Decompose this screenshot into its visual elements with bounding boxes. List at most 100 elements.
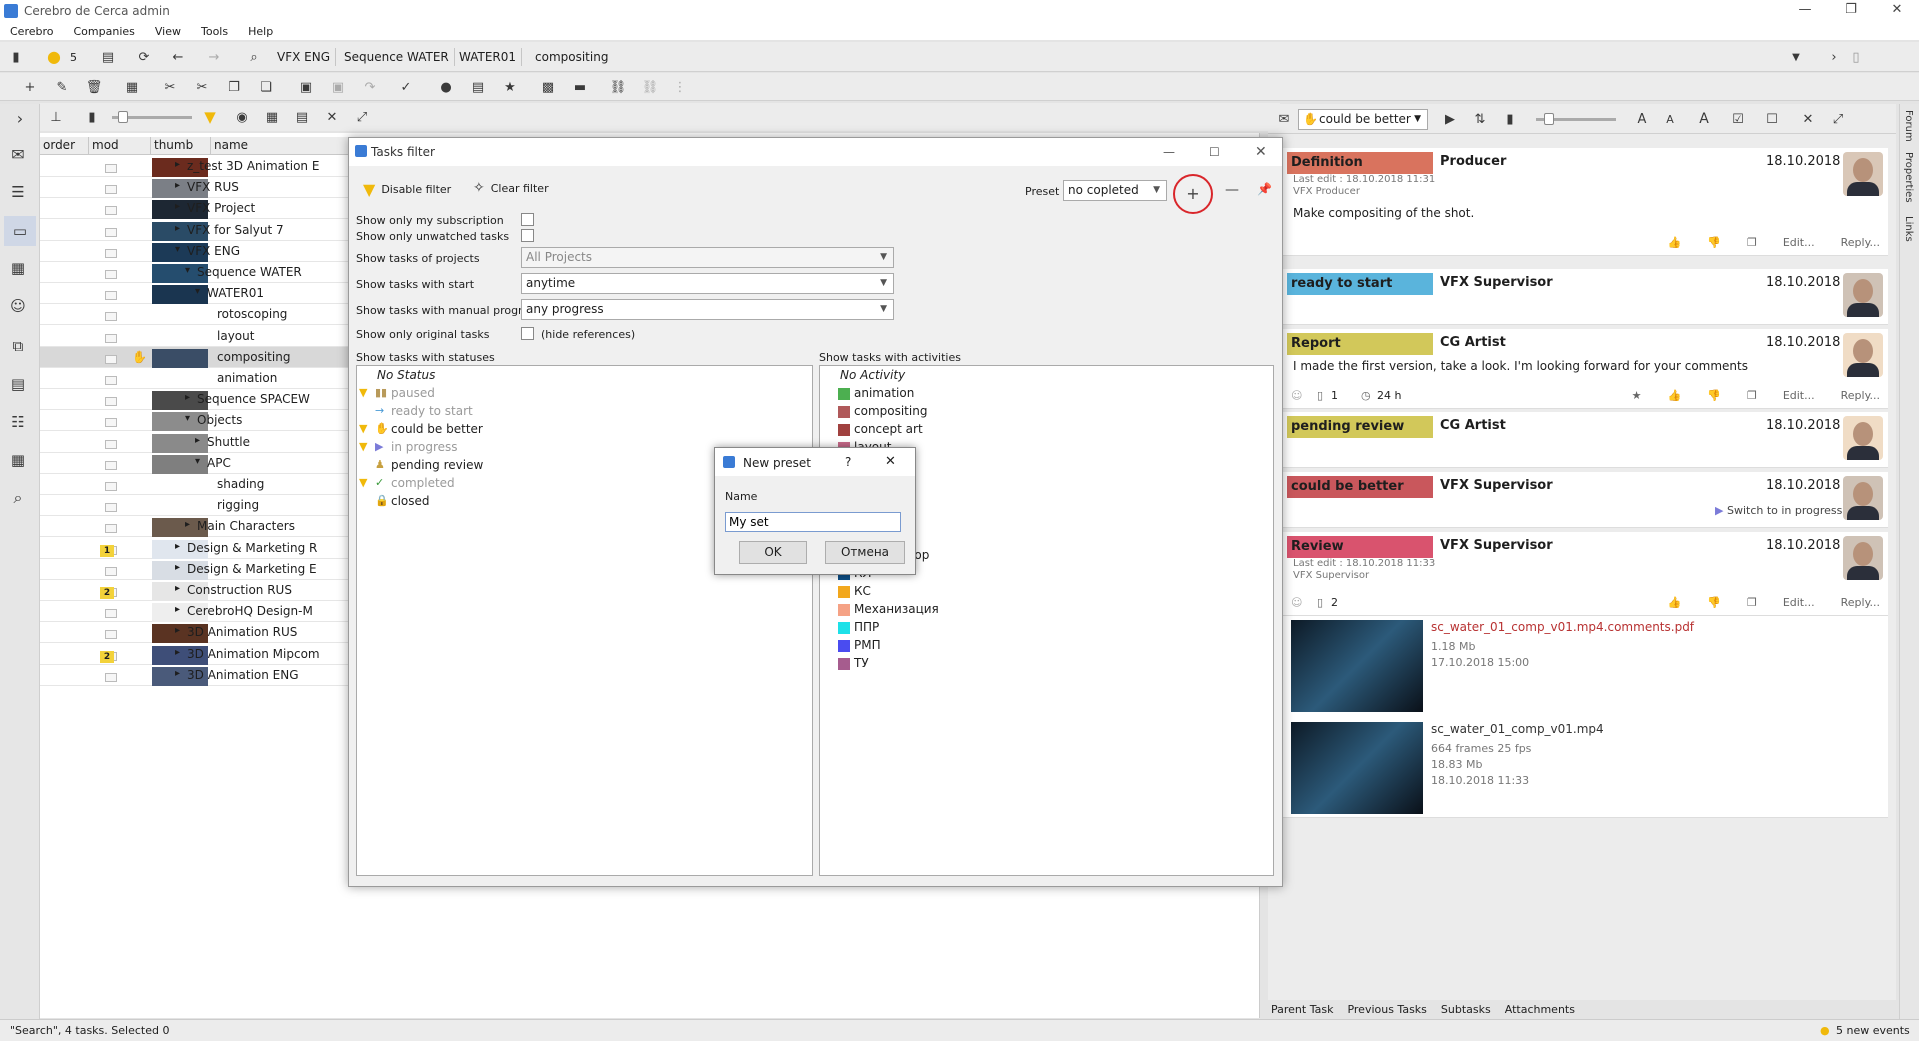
reply-link[interactable]: Reply...	[1841, 596, 1880, 609]
paste-special-icon[interactable]: ▣	[328, 77, 348, 97]
paste-icon[interactable]: ▣	[296, 77, 316, 97]
task-icon[interactable]: ▤	[468, 77, 488, 97]
table-row[interactable]: ▾ VFX ENG	[40, 241, 350, 262]
bulb-icon[interactable]: ●	[44, 46, 64, 66]
status-item[interactable]: No Status	[377, 368, 435, 382]
reply-link[interactable]: Reply...	[1841, 389, 1880, 402]
table-icon[interactable]: ▦	[262, 107, 282, 127]
star-icon[interactable]: ★	[500, 77, 520, 97]
dialog-maximize-button[interactable]: ☐	[1209, 138, 1220, 166]
original-tasks-checkbox[interactable]	[521, 327, 534, 340]
tab-forum[interactable]: Forum	[1903, 110, 1914, 142]
search-icon[interactable]: ⌕	[244, 47, 264, 67]
help-button[interactable]: ?	[845, 455, 851, 469]
font-increase-icon[interactable]: A	[1632, 109, 1652, 129]
link-icon[interactable]: ⛓	[608, 77, 628, 97]
inbox-icon[interactable]: ▤	[98, 47, 118, 67]
add-preset-button[interactable]: +	[1173, 174, 1213, 214]
activity-item[interactable]: Механизация	[854, 602, 939, 616]
table-row[interactable]: ▸ Shuttle	[40, 432, 350, 453]
clear-filter-button[interactable]: ✧ Clear filter	[473, 180, 549, 196]
ok-button[interactable]: OK	[739, 541, 807, 564]
only-subscription-checkbox[interactable]	[521, 213, 534, 226]
edit-link[interactable]: Edit...	[1783, 236, 1815, 249]
expand-all-icon[interactable]: ⤢	[1828, 109, 1848, 129]
preset-select[interactable]: no copleted ▼	[1063, 180, 1167, 201]
minimize-button[interactable]: —	[1782, 0, 1828, 22]
attachment-thumbnail[interactable]	[1291, 722, 1423, 814]
activity-item[interactable]: animation	[854, 386, 914, 400]
thumbnail-icon[interactable]: ▮	[82, 107, 102, 127]
check-icon[interactable]: ✓	[396, 77, 416, 97]
like-icon[interactable]: 👍	[1668, 389, 1682, 402]
cancel-button[interactable]: Отмена	[825, 541, 905, 564]
expand-arrow-icon[interactable]: ▸	[175, 223, 180, 234]
dislike-icon[interactable]: 👎	[1707, 389, 1721, 402]
breadcrumb-vfx-eng[interactable]: VFX ENG	[272, 48, 337, 66]
breadcrumb-water01[interactable]: WATER01	[454, 48, 523, 66]
new-preset-close-button[interactable]: ✕	[885, 454, 896, 469]
font-icon[interactable]: A	[1694, 109, 1714, 129]
table-row[interactable]: rotoscoping	[40, 304, 350, 326]
dialog-close-button[interactable]: ✕	[1255, 138, 1267, 166]
activity-item[interactable]: ТУ	[854, 656, 869, 670]
unlink-icon[interactable]: ⛓	[640, 77, 660, 97]
menu-cerebro[interactable]: Cerebro	[10, 25, 54, 38]
expand-arrow-icon[interactable]: ▾	[195, 286, 200, 297]
collapse-all-icon[interactable]: ✕	[1798, 109, 1818, 129]
filter-funnel-icon[interactable]: ▼	[200, 107, 220, 127]
dialog-minimize-button[interactable]: —	[1163, 138, 1175, 166]
thumbnail-toggle-icon[interactable]: ▮	[1500, 109, 1520, 129]
cut-link-icon[interactable]: ✂	[192, 77, 212, 97]
status-item[interactable]: completed	[391, 476, 455, 490]
stack-icon[interactable]: ▩	[538, 77, 558, 97]
table-row[interactable]: ▸ VFX RUS	[40, 177, 350, 199]
forum-slider-handle[interactable]	[1544, 113, 1554, 125]
calendar-icon[interactable]: ▦	[8, 450, 28, 470]
likes-icon[interactable]: ☺	[1291, 596, 1302, 609]
hierarchy-icon[interactable]: ⊥	[46, 107, 66, 127]
table-row[interactable]: ▾ APC	[40, 453, 350, 474]
expand-arrow-icon[interactable]: ▸	[175, 541, 180, 552]
delete-icon[interactable]: 🗑	[84, 77, 104, 97]
table-row[interactable]: shading	[40, 474, 350, 495]
cut-icon[interactable]: ✂	[160, 77, 180, 97]
expand-arrow-icon[interactable]: ▸	[175, 668, 180, 679]
page-icon[interactable]: ▯	[1846, 47, 1866, 67]
table-row[interactable]: 2 ▸ 3D Animation Mipcom	[40, 644, 350, 665]
expand-arrow-icon[interactable]: ▾	[185, 413, 190, 424]
back-icon[interactable]: ←	[168, 47, 188, 67]
chevron-right-icon[interactable]: ›	[1824, 47, 1844, 67]
message-icon[interactable]: ✉	[1274, 109, 1294, 129]
activity-item[interactable]: КС	[854, 584, 871, 598]
table-row[interactable]: rigging	[40, 495, 350, 517]
status-item[interactable]: ready to start	[391, 404, 473, 418]
table-row[interactable]: ▸ Sequence SPACEW	[40, 389, 350, 411]
expand-arrow-icon[interactable]: ▸	[175, 180, 180, 191]
pin-icon[interactable]: ●	[436, 77, 456, 97]
dislike-icon[interactable]: 👎	[1707, 236, 1721, 249]
breadcrumb-compositing[interactable]: compositing	[530, 48, 613, 66]
activity-item[interactable]: ППР	[854, 620, 879, 634]
grid-view-icon[interactable]: ▦	[8, 258, 28, 278]
edit-link[interactable]: Edit...	[1783, 389, 1815, 402]
table-row[interactable]: ▸ Main Characters	[40, 516, 350, 538]
table-row[interactable]: ▸ Design & Marketing E	[40, 559, 350, 580]
status-item[interactable]: could be better	[391, 422, 483, 436]
add-icon[interactable]: +	[20, 77, 40, 97]
status-item[interactable]: paused	[391, 386, 435, 400]
expand-arrow-icon[interactable]: ▸	[175, 159, 180, 170]
tab-properties[interactable]: Properties	[1903, 152, 1914, 203]
expand-arrow-icon[interactable]: ▾	[185, 265, 190, 276]
column-order[interactable]: order	[40, 137, 89, 154]
table-row[interactable]: ▸ CerebroHQ Design-M	[40, 601, 350, 623]
activity-item[interactable]: РМП	[854, 638, 881, 652]
forward-icon[interactable]: →	[204, 47, 224, 67]
history-dropdown-icon[interactable]: ▼	[1786, 47, 1806, 67]
statuses-list[interactable]: No Status ▼ ▮▮ paused → ready to start ▼ ✋ could…	[356, 365, 813, 876]
activity-item[interactable]: compositing	[854, 404, 927, 418]
expand-arrow-icon[interactable]: ▸	[175, 604, 180, 615]
menu-companies[interactable]: Companies	[74, 25, 135, 38]
status-select[interactable]: ✋ could be better ▼	[1298, 109, 1428, 130]
restore-button[interactable]: ❐	[1828, 0, 1874, 22]
